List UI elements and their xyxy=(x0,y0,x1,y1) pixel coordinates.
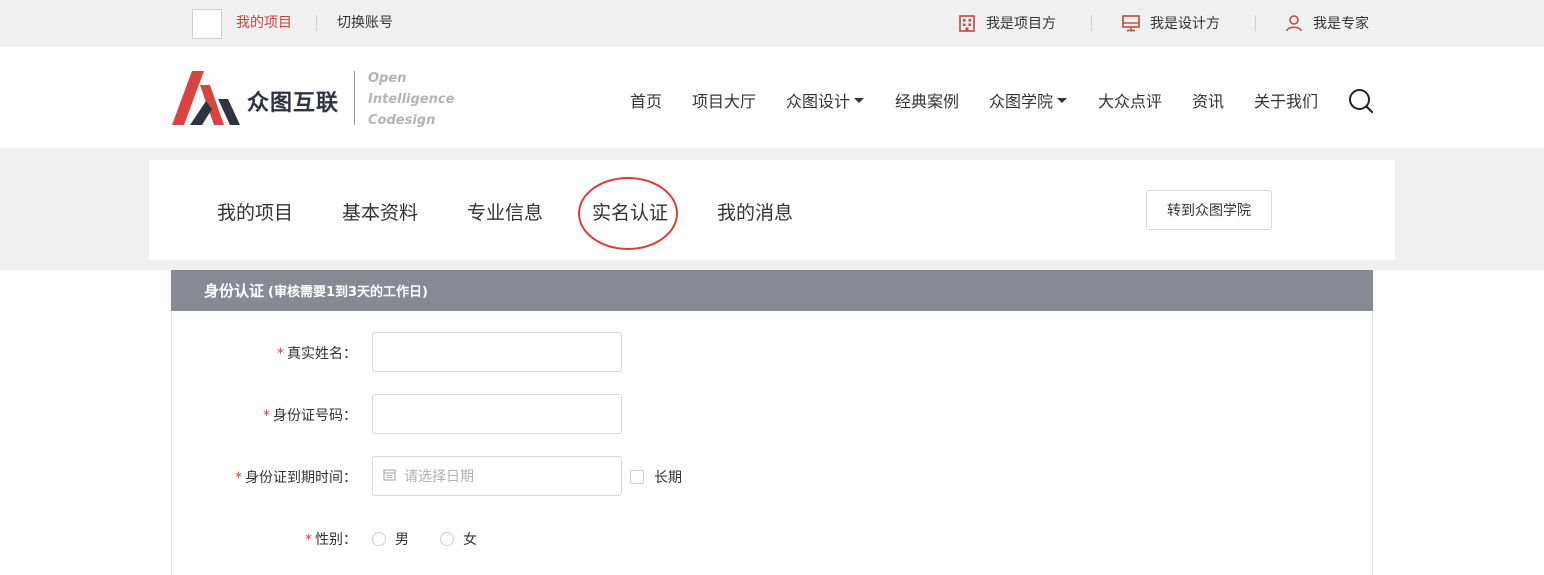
required-mark: * xyxy=(277,346,284,362)
nav-label: 关于我们 xyxy=(1254,92,1319,111)
panel-title: 身份认证 xyxy=(204,282,265,300)
nav-design-dropdown[interactable]: 众图设计 xyxy=(786,88,865,112)
divider xyxy=(1255,15,1256,31)
date-placeholder: 请选择日期 xyxy=(404,469,474,485)
divider xyxy=(1091,15,1092,31)
gender-female-label[interactable]: 女 xyxy=(463,529,477,549)
gender-label: * 性别： xyxy=(157,529,357,549)
gender-female-radio[interactable] xyxy=(440,532,454,546)
role-project-owner-link[interactable]: 我是项目方 xyxy=(957,12,1056,34)
nav-academy-dropdown[interactable]: 众图学院 xyxy=(989,88,1068,112)
id-number-input[interactable] xyxy=(372,394,622,434)
real-name-input[interactable] xyxy=(372,332,622,372)
panel-subtitle: (审核需要1到3天的工作日) xyxy=(268,285,428,300)
nav-project-hall[interactable]: 项目大厅 xyxy=(692,88,756,112)
label-text: 性别： xyxy=(315,532,357,548)
tab-my-messages[interactable]: 我的消息 xyxy=(717,201,793,225)
nav-news[interactable]: 资讯 xyxy=(1192,88,1224,112)
top-utility-bar: 我的项目 切换账号 我是项目方 我是设计方 我是专家 xyxy=(0,0,1544,47)
logo-mark-icon xyxy=(172,71,240,125)
role-label: 我是设计方 xyxy=(1150,16,1220,32)
caret-down-icon xyxy=(1057,97,1068,103)
logo-name: 众图互联 xyxy=(247,91,340,116)
required-mark: * xyxy=(235,470,242,486)
role-designer-link[interactable]: 我是设计方 xyxy=(1121,12,1220,34)
nav-label: 项目大厅 xyxy=(692,92,757,111)
monitor-icon xyxy=(1121,13,1141,33)
gender-male-radio[interactable] xyxy=(372,532,386,546)
nav-label: 大众点评 xyxy=(1098,92,1163,111)
nav-label: 众图学院 xyxy=(989,92,1054,111)
go-academy-button[interactable]: 转到众图学院 xyxy=(1146,190,1272,230)
required-mark: * xyxy=(263,408,270,424)
id-expiry-date-picker[interactable]: 请选择日期 xyxy=(372,456,622,496)
avatar[interactable] xyxy=(192,9,222,39)
panel-header: 身份认证 (审核需要1到3天的工作日) xyxy=(171,270,1373,311)
tab-basic-info[interactable]: 基本资料 xyxy=(342,201,418,225)
long-term-checkbox[interactable] xyxy=(630,470,644,484)
label-text: 身份证号码： xyxy=(273,408,357,424)
logo-tagline-line: Codesign xyxy=(368,113,436,128)
nav-label: 众图设计 xyxy=(786,92,851,111)
building-icon xyxy=(957,13,977,33)
gender-male-label[interactable]: 男 xyxy=(395,529,409,549)
id-expiry-label: * 身份证到期时间： xyxy=(157,467,357,487)
nav-label: 首页 xyxy=(630,92,663,111)
divider xyxy=(316,15,317,31)
site-logo[interactable]: 众图互联 Open Intelligence Codesign xyxy=(172,71,472,131)
nav-reviews[interactable]: 大众点评 xyxy=(1098,88,1162,112)
switch-account-link[interactable]: 切换账号 xyxy=(337,14,393,32)
nav-label: 经典案例 xyxy=(895,92,960,111)
real-name-label: * 真实姓名： xyxy=(157,343,357,363)
caret-down-icon xyxy=(854,97,865,103)
nav-label: 资讯 xyxy=(1192,92,1225,111)
nav-about-us[interactable]: 关于我们 xyxy=(1254,88,1318,112)
required-mark: * xyxy=(305,532,312,548)
role-label: 我是项目方 xyxy=(986,16,1056,32)
role-label: 我是专家 xyxy=(1313,16,1369,32)
tab-my-projects[interactable]: 我的项目 xyxy=(217,201,293,225)
search-icon[interactable] xyxy=(1348,88,1374,118)
tab-professional-info[interactable]: 专业信息 xyxy=(467,201,543,225)
logo-tagline: Open Intelligence Codesign xyxy=(368,68,454,131)
top-my-projects-link[interactable]: 我的项目 xyxy=(236,14,292,32)
calendar-icon xyxy=(383,468,396,485)
nav-classic-cases[interactable]: 经典案例 xyxy=(895,88,959,112)
label-text: 身份证到期时间： xyxy=(245,470,357,486)
role-expert-link[interactable]: 我是专家 xyxy=(1284,12,1369,34)
long-term-label[interactable]: 长期 xyxy=(654,467,682,487)
user-icon xyxy=(1284,13,1304,33)
highlight-circle xyxy=(578,177,678,250)
nav-home[interactable]: 首页 xyxy=(630,88,662,112)
label-text: 真实姓名： xyxy=(287,346,357,362)
id-number-label: * 身份证号码： xyxy=(157,405,357,425)
logo-tagline-line: Open xyxy=(368,71,407,86)
logo-tagline-line: Intelligence xyxy=(368,92,455,107)
logo-divider xyxy=(354,71,355,125)
